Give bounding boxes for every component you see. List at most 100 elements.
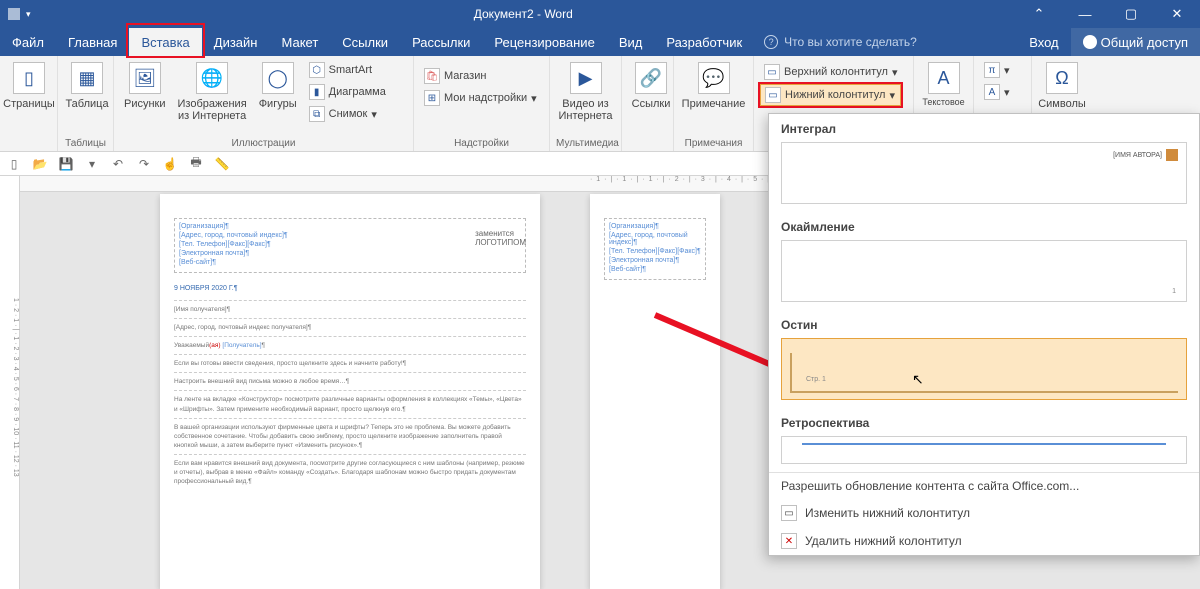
equation-button[interactable]: π▾ <box>980 60 1014 80</box>
new-doc-icon[interactable]: ▯ <box>6 156 22 172</box>
video-icon: ▶ <box>570 62 602 94</box>
gallery-section-border: Окаймление <box>769 212 1199 240</box>
symbols-button[interactable]: ΩСимволы <box>1038 60 1086 112</box>
gallery-item-retrospective[interactable] <box>781 436 1187 464</box>
caret-icon[interactable]: ▾ <box>84 156 100 172</box>
menu-remove-footer[interactable]: ✕Удалить нижний колонтитул <box>769 527 1199 555</box>
shapes-button[interactable]: ◯Фигуры <box>255 60 301 112</box>
logo-placeholder[interactable]: заменится ЛОГОТИПОМ <box>475 229 526 247</box>
ribbon-options-icon[interactable]: ⌃ <box>1016 0 1062 28</box>
close-button[interactable]: ✕ <box>1154 0 1200 28</box>
menu-allow-office-content[interactable]: Разрешить обновление контента с сайта Of… <box>769 473 1199 499</box>
tab-layout[interactable]: Макет <box>269 28 330 56</box>
tab-mailings[interactable]: Рассылки <box>400 28 482 56</box>
screenshot-button[interactable]: ⧉Снимок▾ <box>305 104 390 124</box>
online-video-button[interactable]: ▶Видео из Интернета <box>556 60 615 124</box>
footer-button[interactable]: ▭Нижний колонтитул▾ <box>760 84 901 106</box>
gallery-item-integral[interactable]: [ИМЯ АВТОРА] <box>781 142 1187 204</box>
field-address[interactable]: [Адрес, город, почтовый индекс]¶ <box>179 232 521 239</box>
equation-icon: π <box>984 62 1000 78</box>
document-page-2[interactable]: [Организация]¶ [Адрес, город, почтовый и… <box>590 194 720 589</box>
group-illustrations-label: Иллюстрации <box>120 136 407 149</box>
pictures-button[interactable]: 🖼Рисунки <box>120 60 170 112</box>
chart-icon: ▮ <box>309 84 325 100</box>
chart-button[interactable]: ▮Диаграмма <box>305 82 390 102</box>
tab-view[interactable]: Вид <box>607 28 655 56</box>
tab-home[interactable]: Главная <box>56 28 129 56</box>
titlebar: ▾ Документ2 - Word ⌃ — ▢ ✕ <box>0 0 1200 28</box>
comment-button[interactable]: 💬Примечание <box>680 60 747 112</box>
field-email[interactable]: [Электронная почта]¶ <box>179 250 521 257</box>
save-icon[interactable]: 💾 <box>58 156 74 172</box>
para-1[interactable]: Если вы готовы ввести сведения, просто щ… <box>174 354 526 372</box>
gallery-section-austin: Остин <box>769 310 1199 338</box>
group-addins-label: Надстройки <box>420 136 543 149</box>
header-icon: ▭ <box>764 64 780 80</box>
ruler-icon[interactable]: 📏 <box>214 156 230 172</box>
header-button[interactable]: ▭Верхний колонтитул▾ <box>760 62 901 82</box>
cursor-icon: ↖ <box>912 371 924 388</box>
textbox-icon: A <box>928 62 960 94</box>
table-button[interactable]: ▦Таблица <box>64 60 110 112</box>
my-addins-button[interactable]: ⊞Мои надстройки▾ <box>420 88 541 108</box>
menu-edit-footer[interactable]: ▭Изменить нижний колонтитул <box>769 499 1199 527</box>
group-comments-label: Примечания <box>680 136 747 149</box>
page-number: 1 <box>1172 288 1176 295</box>
recipient-address[interactable]: [Адрес, город, почтовый индекс получател… <box>174 318 526 336</box>
para-4[interactable]: В вашей организации используют фирменные… <box>174 418 526 454</box>
picture-icon: 🖼 <box>129 62 161 94</box>
document-title: Документ2 - Word <box>31 7 1016 21</box>
tab-references[interactable]: Ссылки <box>330 28 400 56</box>
tab-file[interactable]: Файл <box>0 28 56 56</box>
smartart-button[interactable]: ⬡SmartArt <box>305 60 390 80</box>
tab-review[interactable]: Рецензирование <box>482 28 606 56</box>
doc-date[interactable]: 9 НОЯБРЯ 2020 Г.¶ <box>174 285 526 292</box>
addins-icon: ⊞ <box>424 90 440 106</box>
store-button[interactable]: 🛍Магазин <box>420 66 541 86</box>
undo-icon[interactable]: ↶ <box>110 156 126 172</box>
para-2[interactable]: Настроить внешний вид письма можно в люб… <box>174 372 526 390</box>
shapes-icon: ◯ <box>262 62 294 94</box>
gallery-section-integral: Интеграл <box>769 114 1199 142</box>
minimize-button[interactable]: — <box>1062 0 1108 28</box>
share-button[interactable]: Общий доступ <box>1071 28 1200 56</box>
quick-parts-button[interactable]: A▾ <box>980 82 1014 102</box>
para-3[interactable]: На ленте на вкладке «Конструктор» посмот… <box>174 390 526 417</box>
link-icon: 🔗 <box>635 62 667 94</box>
signin-link[interactable]: Вход <box>1017 28 1070 56</box>
tab-developer[interactable]: Разработчик <box>654 28 754 56</box>
redo-icon[interactable]: ↷ <box>136 156 152 172</box>
gallery-item-austin[interactable]: Стр. 1 ↖ <box>781 338 1187 400</box>
tab-insert[interactable]: Вставка <box>129 28 201 56</box>
online-pictures-button[interactable]: 🌐Изображения из Интернета <box>174 60 251 124</box>
store-icon: 🛍 <box>424 68 440 84</box>
pages-button[interactable]: ▯Страницы <box>6 60 52 112</box>
austin-page-label: Стр. 1 <box>806 376 826 383</box>
open-icon[interactable]: 📂 <box>32 156 48 172</box>
document-page-1[interactable]: [Организация]¶ [Адрес, город, почтовый и… <box>160 194 540 589</box>
para-5[interactable]: Если вам нравится внешний вид документа,… <box>174 454 526 490</box>
greeting[interactable]: Уважаемый(ая) [Получатель]¶ <box>174 336 526 354</box>
touch-mode-icon[interactable]: ☝ <box>162 156 178 172</box>
footer-gallery-dropdown: Интеграл [ИМЯ АВТОРА] Окаймление 1 Остин… <box>768 113 1200 556</box>
retro-line <box>802 443 1166 445</box>
app-icon <box>8 8 20 20</box>
links-button[interactable]: 🔗Ссылки <box>628 60 674 112</box>
gallery-item-border[interactable]: 1 <box>781 240 1187 302</box>
page-icon: ▯ <box>13 62 45 94</box>
recipient-name[interactable]: [Имя получателя]¶ <box>174 300 526 318</box>
group-tables-label: Таблицы <box>64 136 107 149</box>
smartart-icon: ⬡ <box>309 62 325 78</box>
field-web[interactable]: [Веб-сайт]¶ <box>179 259 521 266</box>
vertical-ruler: 1 · 2 · 1 · | · 1 · 2 · 3 · 4 · 5 · 6 · … <box>0 176 20 589</box>
online-picture-icon: 🌐 <box>196 62 228 94</box>
maximize-button[interactable]: ▢ <box>1108 0 1154 28</box>
tell-me[interactable]: ?Что вы хотите сделать? <box>754 28 1017 56</box>
remove-footer-icon: ✕ <box>781 533 797 549</box>
group-links-label <box>628 136 667 149</box>
textbox-button[interactable]: AТекстовое <box>920 60 967 110</box>
print-icon[interactable]: 🖶 <box>188 156 204 172</box>
tab-design[interactable]: Дизайн <box>202 28 270 56</box>
field-phone[interactable]: [Тел. Телефон][Факс][Факс]¶ <box>179 241 521 248</box>
field-org[interactable]: [Организация]¶ <box>179 223 521 230</box>
